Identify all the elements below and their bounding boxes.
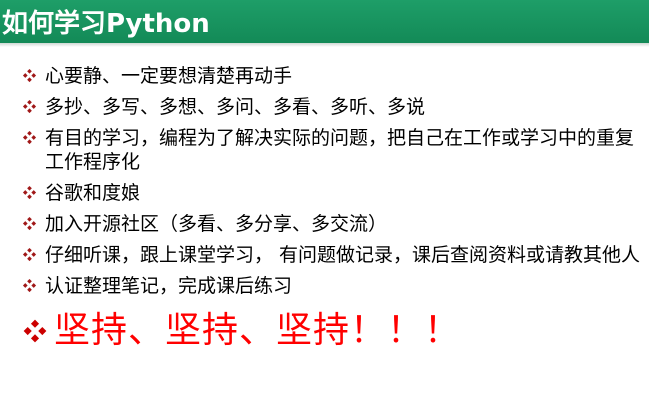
four-diamond-icon xyxy=(22,68,37,83)
four-diamond-icon xyxy=(22,247,37,262)
list-item: 加入开源社区（多看、多分享、多交流） xyxy=(22,212,642,236)
list-item: 有目的学习，编程为了解决实际的问题，把自己在工作或学习中的重复工作程序化 xyxy=(22,126,642,174)
list-item: 仔细听课，跟上课堂学习， 有问题做记录，课后查阅资料或请教其他人 xyxy=(22,243,642,267)
list-item-text: 有目的学习，编程为了解决实际的问题，把自己在工作或学习中的重复工作程序化 xyxy=(45,127,635,173)
list-item-text: 心要静、一定要想清楚再动手 xyxy=(45,65,293,87)
four-diamond-icon xyxy=(22,278,37,293)
list-item-text: 认证整理笔记，完成课后练习 xyxy=(45,275,293,297)
emphasis-item: 坚持、坚持、坚持！！！ xyxy=(22,310,642,352)
list-item: 心要静、一定要想清楚再动手 xyxy=(22,64,642,88)
four-diamond-icon xyxy=(22,185,37,200)
list-item: 谷歌和度娘 xyxy=(22,181,642,205)
list-item: 认证整理笔记，完成课后练习 xyxy=(22,274,642,298)
slide-title: 如何学习Python xyxy=(2,9,210,39)
emphasis-text: 坚持、坚持、坚持！！！ xyxy=(54,310,462,351)
list-item-text: 谷歌和度娘 xyxy=(45,182,141,204)
list-item-text: 加入开源社区（多看、多分享、多交流） xyxy=(45,213,388,235)
list-item-text: 多抄、多写、多想、多问、多看、多听、多说 xyxy=(45,96,426,118)
bullet-list: 心要静、一定要想清楚再动手 多抄、多写、多想、多问、多看、多听、多说 有目的学习… xyxy=(22,64,642,359)
title-bar-shadow xyxy=(0,43,649,47)
four-diamond-icon xyxy=(22,318,48,344)
list-item: 多抄、多写、多想、多问、多看、多听、多说 xyxy=(22,95,642,119)
four-diamond-icon xyxy=(22,216,37,231)
slide-title-bar: 如何学习Python xyxy=(0,0,649,43)
four-diamond-icon xyxy=(22,99,37,114)
four-diamond-icon xyxy=(22,130,37,145)
list-item-text: 仔细听课，跟上课堂学习， 有问题做记录，课后查阅资料或请教其他人 xyxy=(45,244,641,266)
